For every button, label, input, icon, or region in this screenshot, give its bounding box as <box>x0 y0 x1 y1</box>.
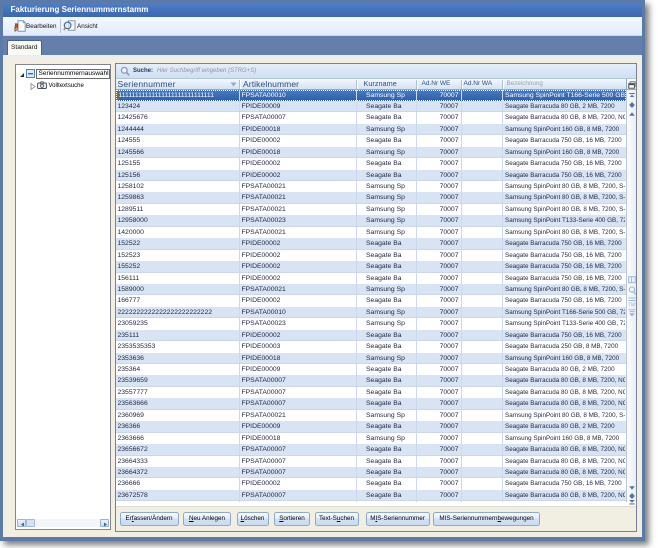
svg-text:TM: TM <box>628 303 635 307</box>
